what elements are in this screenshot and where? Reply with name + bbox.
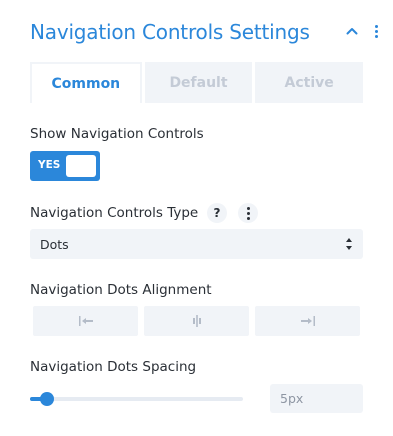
dots-alignment-label: Navigation Dots Alignment bbox=[30, 282, 212, 298]
controls-type-select[interactable]: Dots bbox=[30, 229, 363, 259]
slider-thumb[interactable] bbox=[40, 392, 55, 406]
alignment-button-group bbox=[33, 306, 360, 336]
toggle-state-text: YES bbox=[38, 159, 61, 171]
tab-common[interactable]: Common bbox=[30, 62, 142, 103]
dots-spacing-label: Navigation Dots Spacing bbox=[30, 359, 197, 375]
show-navigation-toggle[interactable]: YES bbox=[30, 151, 100, 181]
chevron-up-icon[interactable] bbox=[343, 22, 361, 40]
help-icon[interactable]: ? bbox=[207, 203, 227, 223]
tab-bar: Common Default Active bbox=[30, 62, 364, 103]
align-center-icon bbox=[192, 315, 201, 327]
align-center-button[interactable] bbox=[144, 306, 249, 336]
select-value: Dots bbox=[40, 237, 69, 252]
toggle-knob bbox=[66, 155, 96, 177]
controls-type-label: Navigation Controls Type bbox=[30, 205, 199, 221]
spacing-slider[interactable] bbox=[30, 392, 243, 406]
select-arrows-icon bbox=[346, 238, 352, 250]
show-navigation-label: Show Navigation Controls bbox=[30, 126, 204, 142]
align-left-button[interactable] bbox=[33, 306, 138, 336]
align-left-icon bbox=[78, 316, 93, 326]
align-right-button[interactable] bbox=[255, 306, 360, 336]
spacing-value-input[interactable] bbox=[270, 384, 363, 413]
align-right-icon bbox=[300, 316, 315, 326]
panel-title: Navigation Controls Settings bbox=[30, 20, 310, 44]
tab-active[interactable]: Active bbox=[255, 62, 364, 103]
panel-header: Navigation Controls Settings bbox=[30, 18, 381, 46]
settings-panel: Navigation Controls Settings Common Defa… bbox=[0, 0, 393, 436]
kebab-menu-icon[interactable] bbox=[371, 22, 381, 40]
more-options-icon[interactable] bbox=[238, 203, 258, 223]
tab-default[interactable]: Default bbox=[144, 62, 253, 103]
